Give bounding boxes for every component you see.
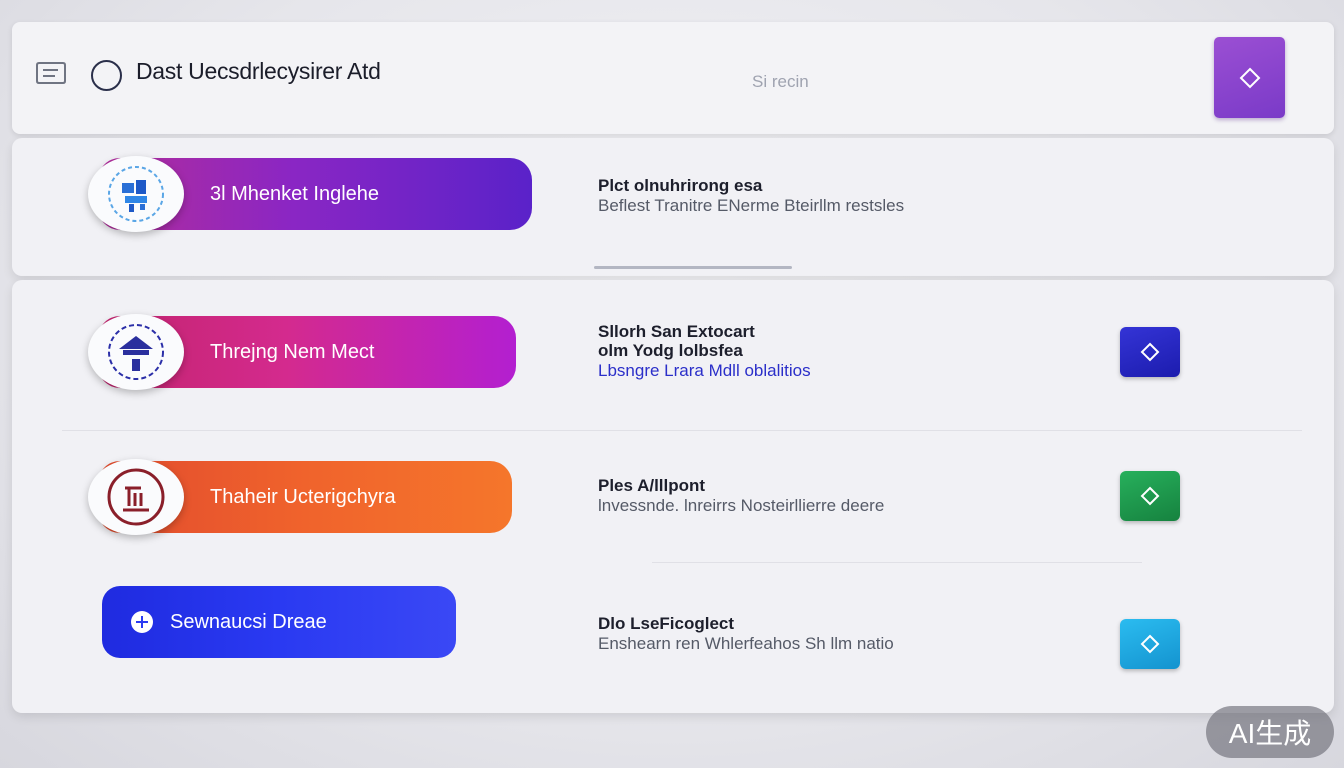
row-action-button[interactable]: [1120, 327, 1180, 377]
list-item-subtitle: Lbsngre Lrara Mdll oblalitios: [598, 361, 811, 380]
diamond-icon: [1140, 486, 1160, 506]
diamond-icon: [1140, 634, 1160, 654]
header-action-button[interactable]: [1214, 37, 1285, 118]
ai-generated-watermark: AI生成: [1206, 706, 1334, 758]
list-item-label: Thaheir Ucterigchyra: [210, 485, 396, 508]
featured-subtitle: Beflest Tranitre ENerme Bteirllm restsle…: [598, 196, 905, 215]
list-item-title: Ples A/lllpont: [598, 476, 706, 495]
list-panel: Threjng Nem Mect Sllorh San Extocart olm…: [12, 280, 1334, 713]
app-header: Dast Uecsdrlecysirer Atd Si recin: [12, 22, 1334, 134]
radio-circle-icon[interactable]: [91, 60, 122, 91]
list-item-pill[interactable]: Threjng Nem Mect: [88, 314, 516, 390]
list-item-subtitle: Enshearn ren Whlerfeahos Sh llm natio: [598, 634, 894, 653]
list-item-subtitle: lnvessnde. lnreirrs Nosteirllierre deere: [598, 496, 885, 515]
diamond-icon: [1239, 67, 1260, 88]
featured-title: Plct olnuhrirong esa: [598, 176, 763, 195]
tool-badge-icon: [88, 459, 184, 535]
list-item-pill[interactable]: Thaheir Ucterigchyra: [88, 459, 512, 535]
app-title: Dast Uecsdrlecysirer Atd: [136, 58, 381, 84]
featured-pill[interactable]: 3l Mhenket Inglehe: [88, 156, 532, 232]
list-item-label: Threjng Nem Mect: [210, 340, 375, 363]
menu-icon[interactable]: [34, 59, 68, 87]
diamond-icon: [1140, 342, 1160, 362]
list-item-info: Dlo LseFicoglect Enshearn ren Whlerfeaho…: [598, 614, 894, 655]
list-item-title: Sllorh San Extocart: [598, 322, 755, 341]
building-badge-icon: [88, 314, 184, 390]
row-divider: [62, 430, 1302, 431]
search-field[interactable]: Si recin: [752, 72, 809, 92]
featured-pill-label: 3l Mhenket Inglehe: [210, 182, 380, 205]
row-action-button[interactable]: [1120, 619, 1180, 669]
plus-circle-icon: [131, 611, 153, 633]
list-item-pill[interactable]: Sewnaucsi Dreae: [102, 586, 456, 658]
row-action-button[interactable]: [1120, 471, 1180, 521]
list-item-info: Ples A/lllpont lnvessnde. lnreirrs Noste…: [598, 476, 884, 517]
list-item-label: Sewnaucsi Dreae: [170, 610, 327, 633]
list-item-title-line2: olm Yodg lolbsfea: [598, 341, 743, 360]
list-item-info: Sllorh San Extocart olm Yodg lolbsfea Lb…: [598, 322, 811, 382]
row-divider: [652, 562, 1142, 563]
featured-panel: 3l Mhenket Inglehe Plct olnuhrirong esa …: [12, 138, 1334, 276]
list-item-title: Dlo LseFicoglect: [598, 614, 735, 633]
market-badge-icon: [88, 156, 184, 232]
featured-info: Plct olnuhrirong esa Beflest Tranitre EN…: [598, 176, 904, 217]
tab-underline: [594, 266, 792, 269]
